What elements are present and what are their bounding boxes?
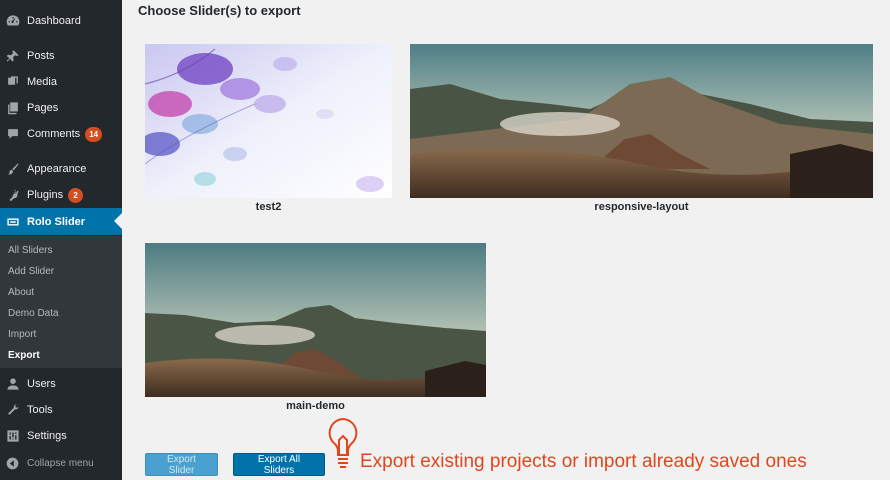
page-title: Choose Slider(s) to export: [138, 3, 301, 18]
sidebar-item-media[interactable]: Media: [0, 69, 122, 95]
sidebar-item-label: Pages: [27, 102, 59, 114]
users-icon: [6, 377, 20, 391]
slider-name: main-demo: [286, 400, 345, 412]
sidebar-item-label: Plugins: [27, 189, 64, 201]
pages-icon: [6, 101, 20, 115]
sidebar-item-label: Dashboard: [27, 15, 81, 27]
submenu-item-about[interactable]: About: [8, 287, 34, 298]
comments-count-badge: 14: [85, 126, 103, 142]
slider-thumbnail[interactable]: [145, 44, 392, 198]
sidebar-item-label: Users: [27, 378, 56, 390]
export-slider-button[interactable]: Export Slider: [145, 453, 218, 476]
rolo-slider-submenu: All Sliders Add Slider About Demo Data I…: [0, 236, 122, 368]
sidebar-item-tools[interactable]: Tools: [0, 397, 122, 423]
pushpin-icon: [6, 49, 20, 63]
paintbrush-icon: [6, 162, 20, 176]
sidebar-item-label: Rolo Slider: [27, 215, 86, 228]
sidebar-item-rolo-slider[interactable]: Rolo Slider: [0, 208, 122, 235]
collapse-menu-label: Collapse menu: [27, 457, 94, 469]
submenu-item-import[interactable]: Import: [8, 329, 36, 340]
wrench-icon: [6, 403, 20, 417]
comment-icon: [6, 127, 20, 141]
sidebar-item-label: Posts: [27, 50, 55, 62]
sidebar-item-dashboard[interactable]: Dashboard: [0, 8, 122, 34]
sidebar-item-label: Appearance: [27, 163, 87, 175]
sidebar-item-settings[interactable]: Settings: [0, 423, 122, 449]
submenu-item-export[interactable]: Export: [8, 350, 40, 361]
slider-name: responsive-layout: [594, 201, 689, 213]
slider-name: test2: [255, 201, 282, 213]
settings-icon: [6, 429, 20, 443]
submenu-item-demo-data[interactable]: Demo Data: [8, 308, 59, 319]
sidebar-item-pages[interactable]: Pages: [0, 95, 122, 121]
slider-thumbnail[interactable]: [145, 243, 486, 397]
sidebar-item-label: Settings: [27, 430, 67, 442]
media-icon: [6, 75, 20, 89]
sidebar-item-label: Tools: [27, 404, 53, 416]
sidebar-item-appearance[interactable]: Appearance: [0, 156, 122, 182]
collapse-arrow-icon: [6, 457, 19, 470]
slider-thumbnail[interactable]: [410, 44, 873, 198]
slider-card-test2[interactable]: test2: [145, 44, 392, 213]
promo-caption: Export existing projects or import alrea…: [360, 451, 807, 472]
sidebar-item-comments[interactable]: Comments 14: [0, 121, 122, 147]
admin-sidebar: Dashboard Posts Media Pages Comments 14 …: [0, 0, 122, 480]
submenu-item-all-sliders[interactable]: All Sliders: [8, 245, 52, 256]
sidebar-item-label: Comments: [27, 128, 81, 140]
collapse-menu-button[interactable]: Collapse menu: [0, 453, 122, 473]
export-all-sliders-button[interactable]: Export All Sliders: [233, 453, 325, 476]
sidebar-item-label: Media: [27, 76, 57, 88]
sidebar-item-users[interactable]: Users: [0, 371, 122, 397]
plugins-count-badge: 2: [68, 187, 84, 203]
plugin-icon: [6, 188, 20, 202]
lightbulb-icon: [325, 416, 361, 474]
dashboard-icon: [6, 14, 20, 28]
sidebar-item-plugins[interactable]: Plugins 2: [0, 182, 122, 208]
slider-card-responsive-layout[interactable]: responsive-layout: [410, 44, 873, 213]
submenu-item-add-slider[interactable]: Add Slider: [8, 266, 54, 277]
slider-icon: [6, 215, 20, 229]
sidebar-item-posts[interactable]: Posts: [0, 43, 122, 69]
slider-card-main-demo[interactable]: main-demo: [145, 243, 486, 412]
